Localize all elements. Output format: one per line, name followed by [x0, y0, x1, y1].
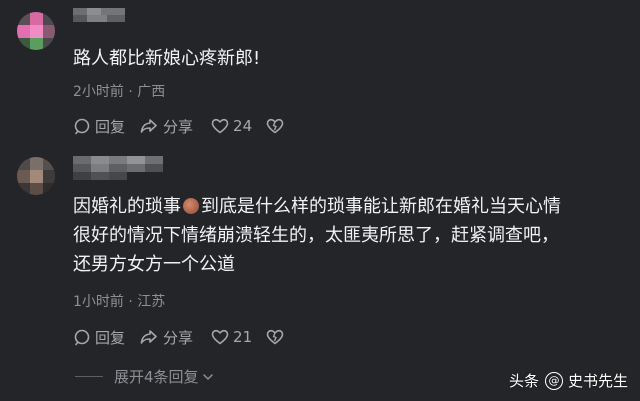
like-count: 21: [233, 328, 253, 346]
like-button[interactable]: 21: [211, 328, 252, 346]
chevron-down-icon: [202, 373, 213, 380]
comment-text: 路人都比新娘心疼新郎!: [73, 48, 261, 69]
comment-meta: 2小时前 · 广西: [73, 84, 166, 100]
dislike-heart-icon: [266, 118, 284, 134]
comment-actions: 回复 分享 24: [73, 115, 284, 137]
share-button[interactable]: 分享: [139, 327, 193, 348]
comment-meta: 1小时前 · 江苏: [73, 294, 166, 310]
poop-emoji-icon: [183, 198, 199, 214]
reply-label: 回复: [95, 117, 126, 136]
share-label: 分享: [163, 117, 194, 136]
avatar[interactable]: [17, 157, 55, 195]
reply-button[interactable]: 回复: [73, 327, 125, 348]
dislike-button[interactable]: [266, 117, 284, 135]
avatar[interactable]: [17, 12, 55, 50]
watermark-prefix: 头条: [508, 372, 539, 390]
dislike-button[interactable]: [266, 328, 284, 346]
reply-button[interactable]: 回复: [73, 116, 125, 137]
comment-line: 还男方女方一个公道: [73, 254, 235, 275]
comment-line: 因婚礼的琐事 到底是什么样的琐事能让新郎在婚礼当天心情: [73, 196, 561, 217]
dislike-heart-icon: [266, 329, 284, 345]
like-count: 24: [233, 117, 253, 135]
username-blurred[interactable]: [73, 8, 125, 22]
heart-icon: [211, 118, 229, 134]
reply-icon: [74, 329, 90, 346]
watermark: 头条 @ 史书先生: [509, 370, 628, 391]
share-icon: [140, 119, 157, 133]
heart-icon: [211, 329, 229, 345]
at-icon: @: [544, 371, 563, 390]
share-label: 分享: [163, 328, 194, 347]
comment-text: 因婚礼的琐事 到底是什么样的琐事能让新郎在婚礼当天心情 很好的情况下情绪崩溃轻生的…: [73, 192, 561, 279]
replies-divider: [75, 376, 103, 377]
reply-label: 回复: [95, 328, 126, 347]
expand-replies-button[interactable]: 展开4条回复: [114, 366, 215, 387]
watermark-author: 史书先生: [567, 372, 628, 390]
username-blurred[interactable]: [73, 156, 163, 180]
reply-icon: [74, 118, 90, 135]
share-icon: [140, 330, 157, 344]
comment-line: 很好的情况下情绪崩溃轻生的，太匪夷所思了，赶紧调查吧，: [73, 225, 559, 246]
share-button[interactable]: 分享: [139, 116, 193, 137]
comment-actions: 回复 分享 21: [73, 326, 284, 348]
like-button[interactable]: 24: [211, 117, 252, 135]
expand-replies-label: 展开4条回复: [114, 368, 199, 386]
